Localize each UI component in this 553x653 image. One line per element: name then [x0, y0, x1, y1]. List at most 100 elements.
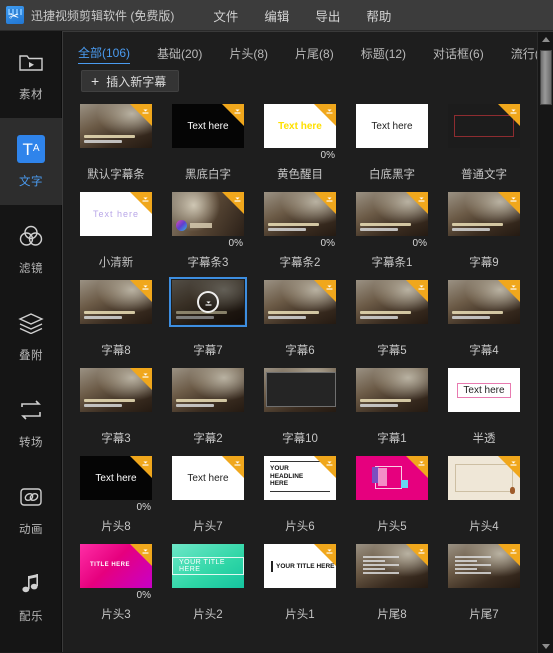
template-item[interactable]: 默认字幕条	[73, 104, 159, 192]
thumbnail[interactable]: Text here	[172, 104, 244, 148]
template-item-label: 字幕1	[377, 433, 407, 445]
template-row: Text here 0% 片头8 Text here 片头7 YOUR HEADLINE HE…	[63, 456, 538, 544]
template-item[interactable]: 字幕6	[257, 280, 343, 368]
thumbnail[interactable]: YOUR TITLE HERE	[172, 544, 244, 588]
template-item[interactable]: 字幕5	[349, 280, 435, 368]
thumbnail[interactable]	[448, 192, 520, 236]
sidebar-item-text[interactable]: TA 文字	[0, 118, 62, 205]
template-item[interactable]: 字幕2	[165, 368, 251, 456]
progress-percent: 0%	[136, 502, 151, 513]
tab-5[interactable]: 对话框(6)	[433, 45, 484, 64]
template-item[interactable]: 0% 字幕条1	[349, 192, 435, 280]
thumbnail[interactable]: Text here	[448, 368, 520, 412]
thumbnail[interactable]	[169, 277, 247, 327]
insert-new-subtitle-button[interactable]: + 插入新字幕	[81, 70, 180, 92]
thumbnail[interactable]: Text here	[80, 192, 152, 236]
template-item-label: 小清新	[98, 257, 134, 269]
thumbnail[interactable]	[356, 456, 428, 500]
thumbnail[interactable]	[448, 456, 520, 500]
tab-3[interactable]: 片尾(8)	[295, 45, 334, 64]
sidebar-label: 叠附	[19, 350, 43, 362]
sidebar-item-filter[interactable]: 滤镜	[0, 205, 62, 292]
tab-4[interactable]: 标题(12)	[361, 45, 406, 64]
template-item[interactable]: 片头5	[349, 456, 435, 544]
scroll-down-arrow-icon[interactable]	[538, 639, 553, 653]
template-item-label: 片头6	[285, 521, 315, 533]
progress-percent: 0%	[136, 590, 151, 601]
thumbnail[interactable]	[448, 104, 520, 148]
template-item[interactable]: 字幕7	[165, 277, 251, 368]
menu-item[interactable]: 文件	[200, 2, 251, 29]
template-item[interactable]: 片尾8	[349, 544, 435, 632]
progress-percent: 0%	[320, 238, 335, 249]
thumbnail[interactable]	[356, 544, 428, 588]
thumbnail[interactable]	[356, 280, 428, 324]
template-item[interactable]: 字幕4	[441, 280, 527, 368]
thumbnail[interactable]	[448, 544, 520, 588]
thumbnail[interactable]	[80, 104, 152, 148]
thumbnail-art: YOUR HEADLINE HERE	[264, 456, 336, 500]
thumbnail[interactable]: Text here	[356, 104, 428, 148]
template-item[interactable]: 字幕1	[349, 368, 435, 456]
tab-2[interactable]: 片头(8)	[229, 45, 268, 64]
thumbnail[interactable]: 0%	[264, 192, 336, 249]
download-circle-icon[interactable]	[172, 280, 244, 324]
tab-0[interactable]: 全部(106)	[78, 44, 131, 64]
template-item[interactable]: Text here 片头7	[165, 456, 251, 544]
thumbnail[interactable]: Text here 0%	[264, 104, 336, 161]
thumbnail[interactable]	[172, 368, 244, 412]
thumbnail[interactable]	[356, 368, 428, 412]
sidebar-item-transition[interactable]: 转场	[0, 379, 62, 466]
menu-item[interactable]: 帮助	[353, 2, 404, 29]
template-item-label: 片头7	[193, 521, 223, 533]
template-item[interactable]: YOUR HEADLINE HERE 片头6	[257, 456, 343, 544]
tab-1[interactable]: 基础(20)	[157, 45, 202, 64]
template-item[interactable]: TITLE HERE 0% 片头3	[73, 544, 159, 632]
menu-item[interactable]: 导出	[302, 2, 353, 29]
template-item[interactable]: 普通文字	[441, 104, 527, 192]
thumbnail[interactable]: YOUR HEADLINE HERE	[264, 456, 336, 500]
template-item[interactable]: 0% 字幕条2	[257, 192, 343, 280]
overlay-layers-icon	[16, 308, 46, 338]
thumbnail-art	[448, 280, 520, 324]
template-item[interactable]: Text here 黑底白字	[165, 104, 251, 192]
progress-percent: 0%	[320, 150, 335, 161]
thumbnail[interactable]: TITLE HERE 0%	[80, 544, 152, 601]
sidebar-label: 转场	[19, 437, 43, 449]
sidebar-item-media[interactable]: 素材	[0, 31, 62, 118]
menu-item[interactable]: 编辑	[251, 2, 302, 29]
template-item[interactable]: 字幕8	[73, 280, 159, 368]
sidebar-item-animation[interactable]: 动画	[0, 466, 62, 553]
template-item[interactable]: Text here 0% 黄色醒目	[257, 104, 343, 192]
template-item[interactable]: 片头4	[441, 456, 527, 544]
thumbnail[interactable]: YOUR TITLE HERE	[264, 544, 336, 588]
template-item[interactable]: YOUR TITLE HERE 片头1	[257, 544, 343, 632]
template-item[interactable]: YOUR TITLE HERE 片头2	[165, 544, 251, 632]
template-item[interactable]: 片尾7	[441, 544, 527, 632]
vertical-scrollbar[interactable]	[537, 32, 553, 653]
scroll-up-arrow-icon[interactable]	[538, 32, 553, 46]
thumbnail[interactable]: Text here 0%	[80, 456, 152, 513]
template-item-label: 字幕5	[377, 345, 407, 357]
template-item[interactable]: 0% 字幕条3	[165, 192, 251, 280]
template-item[interactable]: Text here 白底黑字	[349, 104, 435, 192]
template-item[interactable]: Text here 半透	[441, 368, 527, 456]
template-item[interactable]: 字幕9	[441, 192, 527, 280]
thumbnail[interactable]	[80, 280, 152, 324]
template-item[interactable]: Text here 小清新	[73, 192, 159, 280]
thumbnail[interactable]	[448, 280, 520, 324]
thumbnail-art: Text here	[172, 104, 244, 148]
thumbnail[interactable]	[80, 368, 152, 412]
template-item[interactable]: Text here 0% 片头8	[73, 456, 159, 544]
thumbnail-art	[448, 104, 520, 148]
thumbnail[interactable]: Text here	[172, 456, 244, 500]
thumbnail[interactable]: 0%	[172, 192, 244, 249]
sidebar-item-music[interactable]: 配乐	[0, 553, 62, 640]
thumbnail[interactable]	[264, 280, 336, 324]
template-item-label: 字幕条3	[187, 257, 229, 269]
thumbnail[interactable]: 0%	[356, 192, 428, 249]
template-item-label: 字幕6	[285, 345, 315, 357]
scrollbar-thumb[interactable]	[540, 50, 552, 105]
template-item[interactable]: 字幕3	[73, 368, 159, 456]
sidebar-item-overlay[interactable]: 叠附	[0, 292, 62, 379]
